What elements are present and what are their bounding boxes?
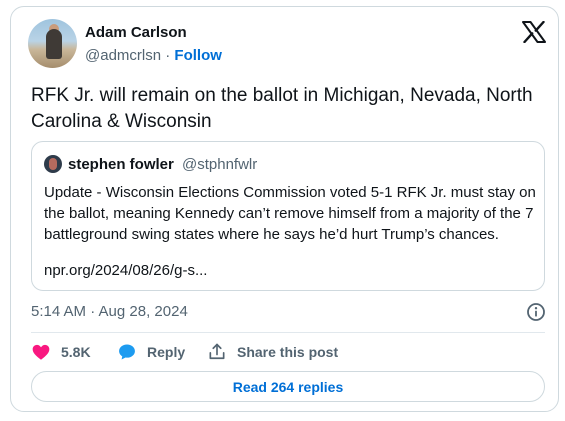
quoted-author-name: stephen fowler [68,156,174,173]
quoted-author-handle: @stphnfwlr [182,156,258,173]
quoted-author-avatar [44,155,62,173]
tweet-card: Adam Carlson @admcrlsn · Follow RFK Jr. … [10,6,559,412]
author-avatar[interactable] [28,19,77,68]
like-count: 5.8K [61,344,91,360]
tweet-text: RFK Jr. will remain on the ballot in Mic… [31,85,533,132]
share-label: Share this post [237,344,339,360]
quoted-avatar-face [49,158,57,170]
author-handle-row: @admcrlsn · Follow [85,47,222,64]
share-button[interactable]: Share this post [207,340,338,364]
quoted-tweet[interactable]: stephen fowler @stphnfwlr Update - Wisco… [31,141,545,291]
reply-label: Reply [147,344,186,360]
follow-button[interactable]: Follow [174,47,222,64]
quoted-tweet-link[interactable]: npr.org/2024/08/26/g-s... [44,262,207,279]
quoted-tweet-text: Update - Wisconsin Elections Commission … [44,184,536,243]
author-handle[interactable]: @admcrlsn [85,47,161,64]
read-replies-button[interactable]: Read 264 replies [31,371,545,402]
reply-button[interactable]: Reply [117,340,185,364]
heart-icon [32,344,50,360]
avatar-figure [46,29,62,59]
like-button[interactable]: 5.8K [31,340,91,364]
actions-divider [31,332,545,333]
speech-bubble-icon [119,344,135,360]
author-name[interactable]: Adam Carlson [85,24,187,41]
read-replies-label: Read 264 replies [232,378,344,395]
handle-separator: · [165,47,171,64]
share-upload-icon [209,343,225,360]
tweet-timestamp[interactable]: 5:14 AM · Aug 28, 2024 [31,303,188,320]
info-icon[interactable] [526,302,546,322]
x-logo-icon[interactable] [522,21,546,43]
